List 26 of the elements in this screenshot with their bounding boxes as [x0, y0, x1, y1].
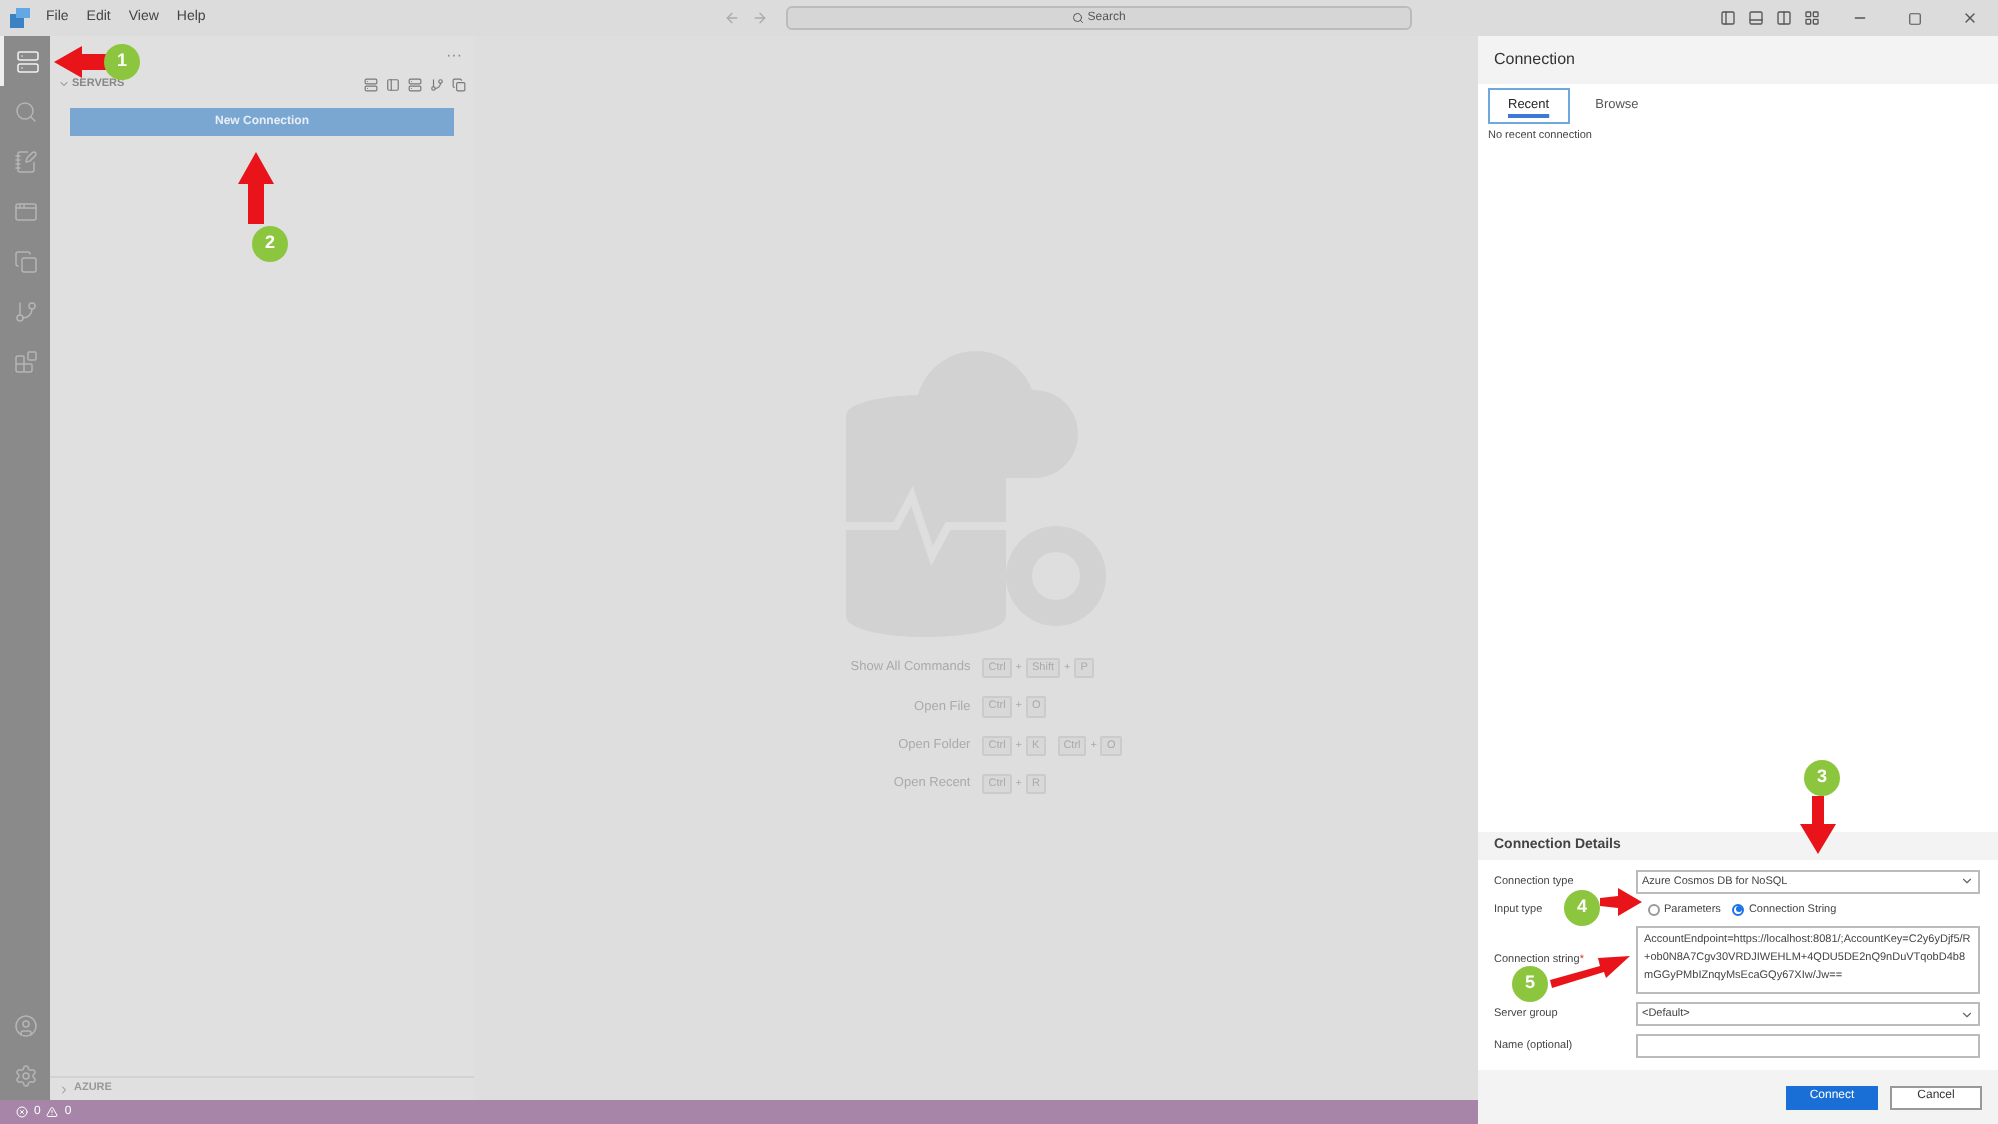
- panel-icon[interactable]: [386, 77, 400, 91]
- annotation-arrow: [1596, 884, 1644, 920]
- server-icon[interactable]: [408, 77, 422, 91]
- chevron-down-icon: [58, 78, 70, 90]
- chevron-down-icon: [1960, 874, 1974, 889]
- warning-icon: [46, 1106, 59, 1118]
- close-icon[interactable]: [1962, 10, 1978, 26]
- annotation-arrow: [1546, 952, 1634, 992]
- back-icon[interactable]: [723, 10, 740, 26]
- annotation-arrow: [1796, 792, 1840, 858]
- annotation-arrow: [234, 150, 278, 230]
- server-icon[interactable]: [364, 77, 378, 91]
- chevron-down-icon: [1960, 1007, 1974, 1021]
- search-icon: [1071, 12, 1084, 24]
- collapse-all-icon[interactable]: [452, 77, 466, 91]
- restore-icon[interactable]: [1908, 11, 1922, 25]
- forward-icon[interactable]: [751, 10, 768, 26]
- chevron-right-icon: [58, 1083, 70, 1095]
- panel-title: Connection: [1494, 48, 1575, 72]
- error-icon: [16, 1106, 28, 1118]
- panel-bottom-icon[interactable]: [1748, 10, 1764, 26]
- input-field[interactable]: [1636, 1034, 1980, 1058]
- split-columns-icon[interactable]: [1776, 10, 1792, 26]
- panel-left-icon[interactable]: [1720, 10, 1736, 26]
- layout-icon[interactable]: [1804, 10, 1820, 26]
- app-logo-icon: [10, 8, 30, 28]
